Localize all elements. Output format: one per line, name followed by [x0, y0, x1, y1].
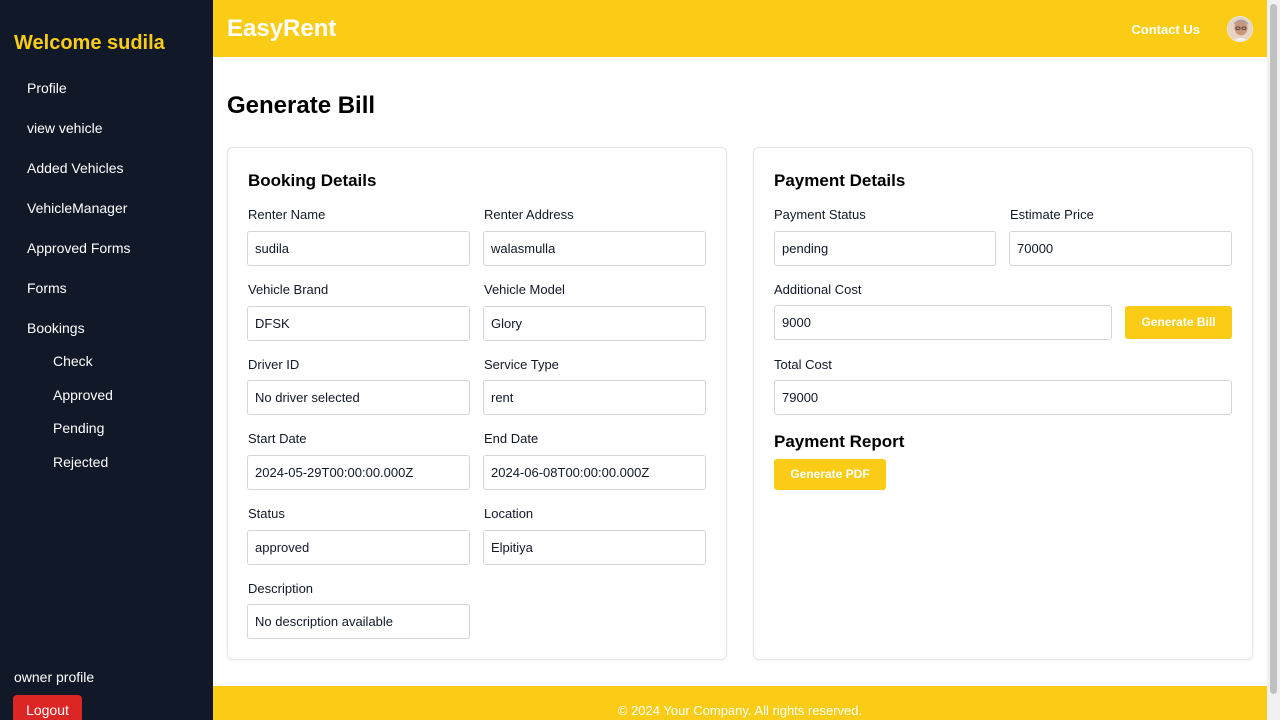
scrollbar-thumb[interactable] — [1270, 4, 1277, 694]
sidebar-subitem-check[interactable]: Check — [53, 353, 93, 369]
vehicle-brand-label: Vehicle Brand — [248, 282, 329, 297]
total-cost-label: Total Cost — [774, 357, 832, 372]
driver-id-field[interactable]: No driver selected — [247, 380, 470, 415]
sidebar-subitem-approved[interactable]: Approved — [53, 387, 113, 403]
payment-status-label: Payment Status — [774, 207, 866, 222]
renter-address-field[interactable]: walasmulla — [483, 231, 706, 266]
generate-pdf-button[interactable]: Generate PDF — [774, 459, 886, 490]
page-title: Generate Bill — [227, 92, 376, 119]
service-type-field[interactable]: rent — [483, 380, 706, 415]
sidebar-item-profile[interactable]: Profile — [27, 80, 67, 96]
sidebar-item-added-vehicles[interactable]: Added Vehicles — [27, 160, 124, 176]
renter-name-field[interactable]: sudila — [247, 231, 470, 266]
payment-details-title: Payment Details — [774, 171, 906, 190]
booking-details-card: Booking Details Renter Name sudila Rente… — [227, 147, 727, 660]
brand-logo[interactable]: EasyRent — [227, 15, 336, 43]
description-label: Description — [248, 581, 314, 596]
status-label: Status — [248, 506, 285, 521]
sidebar-item-approved-forms[interactable]: Approved Forms — [27, 240, 130, 256]
welcome-heading: Welcome sudila — [14, 32, 165, 54]
payment-details-card: Payment Details Payment Status pending E… — [753, 147, 1253, 660]
sidebar-item-vehicle-manager[interactable]: VehicleManager — [27, 200, 127, 216]
booking-details-title: Booking Details — [248, 171, 377, 190]
vehicle-model-label: Vehicle Model — [484, 282, 565, 297]
additional-cost-label: Additional Cost — [774, 282, 862, 297]
sidebar-subitem-pending[interactable]: Pending — [53, 420, 104, 436]
top-navbar: EasyRent Contact Us — [213, 0, 1267, 57]
payment-status-field[interactable]: pending — [774, 231, 996, 266]
vehicle-model-field[interactable]: Glory — [483, 306, 706, 341]
start-date-field[interactable]: 2024-05-29T00:00:00.000Z — [247, 455, 470, 490]
sidebar-item-forms[interactable]: Forms — [27, 280, 67, 296]
generate-bill-button[interactable]: Generate Bill — [1125, 306, 1232, 339]
footer-copyright: © 2024 Your Company. All rights reserved… — [617, 703, 863, 718]
sidebar: Welcome sudila Profile view vehicle Adde… — [0, 0, 213, 720]
payment-report-title: Payment Report — [774, 432, 905, 451]
description-field[interactable]: No description available — [247, 604, 470, 639]
start-date-label: Start Date — [248, 431, 307, 446]
vehicle-brand-field[interactable]: DFSK — [247, 306, 470, 341]
user-avatar-icon[interactable] — [1227, 16, 1253, 42]
service-type-label: Service Type — [484, 357, 559, 372]
location-label: Location — [484, 506, 534, 521]
page-scrollbar[interactable] — [1267, 0, 1280, 720]
sidebar-subitem-rejected[interactable]: Rejected — [53, 454, 108, 470]
additional-cost-input[interactable]: 9000 — [774, 305, 1112, 340]
status-field[interactable]: approved — [247, 530, 470, 565]
end-date-field[interactable]: 2024-06-08T00:00:00.000Z — [483, 455, 706, 490]
owner-profile-link[interactable]: owner profile — [14, 669, 94, 685]
location-field[interactable]: Elpitiya — [483, 530, 706, 565]
sidebar-item-view-vehicle[interactable]: view vehicle — [27, 120, 102, 136]
logout-button[interactable]: Logout — [13, 695, 82, 720]
estimate-price-field[interactable]: 70000 — [1009, 231, 1232, 266]
end-date-label: End Date — [484, 431, 539, 446]
driver-id-label: Driver ID — [248, 357, 300, 372]
estimate-price-label: Estimate Price — [1010, 207, 1094, 222]
footer: © 2024 Your Company. All rights reserved… — [213, 686, 1267, 720]
sidebar-item-bookings[interactable]: Bookings — [27, 320, 85, 336]
contact-us-link[interactable]: Contact Us — [1131, 22, 1200, 37]
renter-address-label: Renter Address — [484, 207, 574, 222]
renter-name-label: Renter Name — [248, 207, 326, 222]
total-cost-field[interactable]: 79000 — [774, 380, 1232, 415]
